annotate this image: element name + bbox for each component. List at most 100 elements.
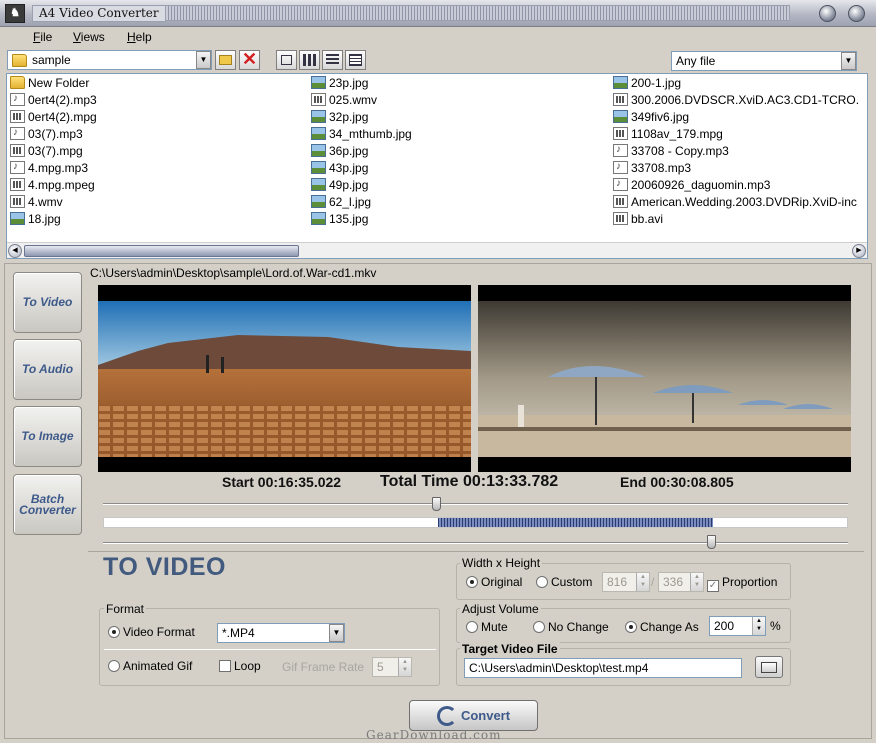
volume-unit: % bbox=[770, 619, 781, 633]
volume-legend: Adjust Volume bbox=[460, 602, 541, 616]
file-list-item[interactable]: 0ert4(2).mpg bbox=[10, 109, 97, 126]
file-name: 300.2006.DVDSCR.XviD.AC3.CD1-TCRO. bbox=[631, 93, 860, 107]
file-list-item[interactable]: 1108av_179.mpg bbox=[613, 126, 723, 143]
no-change-radio[interactable]: No Change bbox=[533, 620, 609, 634]
video-format-select[interactable]: *.MP4 ▼ bbox=[217, 623, 345, 643]
file-list-item[interactable]: 025.wmv bbox=[311, 92, 377, 109]
menu-views[interactable]: Views bbox=[73, 30, 105, 44]
end-slider-thumb[interactable] bbox=[707, 535, 717, 549]
menu-help[interactable]: Help bbox=[127, 30, 152, 44]
window-title: A4 Video Converter bbox=[32, 5, 166, 22]
file-list-item[interactable]: 03(7).mp3 bbox=[10, 124, 83, 143]
open-folder-icon bbox=[761, 662, 777, 673]
file-list-item[interactable]: 36p.jpg bbox=[311, 143, 368, 160]
mute-radio[interactable]: Mute bbox=[466, 620, 508, 634]
to-image-button[interactable]: To Image bbox=[13, 406, 82, 467]
loop-checkbox[interactable]: Loop bbox=[219, 659, 261, 673]
file-list-item[interactable]: 4.mpg.mpeg bbox=[10, 177, 95, 194]
video-format-radio[interactable]: Video Format bbox=[108, 625, 195, 639]
details-icon bbox=[349, 54, 362, 66]
end-slider-track[interactable] bbox=[103, 542, 848, 544]
file-list-item[interactable]: 349fiv6.jpg bbox=[613, 109, 689, 126]
animated-gif-radio[interactable]: Animated Gif bbox=[108, 659, 192, 673]
radio-icon bbox=[536, 576, 548, 588]
proportion-checkbox[interactable]: ✓ Proportion bbox=[707, 575, 777, 592]
file-name: 33708 - Copy.mp3 bbox=[631, 144, 729, 158]
to-audio-button[interactable]: To Audio bbox=[13, 339, 82, 400]
file-list-item[interactable]: 300.2006.DVDSCR.XviD.AC3.CD1-TCRO. bbox=[613, 92, 859, 109]
close-button[interactable] bbox=[848, 5, 865, 22]
file-name: 33708.mp3 bbox=[631, 161, 692, 175]
file-list-item[interactable]: 18.jpg bbox=[10, 211, 61, 228]
spinner-icon[interactable]: ▲ ▼ bbox=[398, 658, 411, 676]
file-list-item[interactable]: 4.mpg.mp3 bbox=[10, 158, 88, 177]
view-small-icons-button[interactable] bbox=[299, 50, 320, 70]
file-list-item[interactable]: 23p.jpg bbox=[311, 75, 368, 92]
spinner-icon[interactable]: ▲ ▼ bbox=[636, 573, 649, 591]
scroll-left-icon[interactable]: ◀ bbox=[8, 244, 22, 258]
file-list-item[interactable]: 4.wmv bbox=[10, 194, 63, 211]
scroll-right-icon[interactable]: ▶ bbox=[852, 244, 866, 258]
start-slider-track[interactable] bbox=[103, 503, 848, 505]
batch-converter-button[interactable]: Batch Converter bbox=[13, 474, 82, 535]
file-list-item[interactable]: 43p.jpg bbox=[311, 160, 368, 177]
view-details-button[interactable] bbox=[345, 50, 366, 70]
app-icon: ♞ bbox=[5, 4, 25, 23]
chevron-down-icon[interactable]: ▼ bbox=[841, 52, 856, 70]
file-list-item[interactable]: 20060926_daguomin.mp3 bbox=[613, 175, 770, 194]
custom-size-radio[interactable]: Custom bbox=[536, 575, 592, 589]
original-size-radio[interactable]: Original bbox=[466, 575, 522, 589]
radio-selected-icon bbox=[625, 621, 637, 633]
volume-input[interactable]: 200 ▲ ▼ bbox=[709, 616, 766, 636]
to-video-button[interactable]: To Video bbox=[13, 272, 82, 333]
file-list[interactable]: New Folder 0ert4(2).mp3 0ert4(2).mpg 03(7).… bbox=[6, 73, 868, 259]
file-list-item[interactable]: 135.jpg bbox=[311, 211, 368, 228]
file-list-scrollbar[interactable]: ◀ ▶ bbox=[7, 242, 867, 258]
minimize-button[interactable] bbox=[819, 5, 836, 22]
chevron-down-icon[interactable]: ▼ bbox=[196, 51, 211, 69]
file-filter-combo[interactable]: Any file ▼ bbox=[671, 51, 857, 71]
target-file-input[interactable]: C:\Users\admin\Desktop\test.mp4 bbox=[464, 658, 742, 678]
file-list-item[interactable]: 03(7).mpg bbox=[10, 143, 83, 160]
gif-frame-rate-input[interactable]: 5 ▲ ▼ bbox=[372, 657, 412, 677]
format-legend: Format bbox=[104, 602, 147, 616]
menu-file[interactable]: File bbox=[33, 30, 52, 44]
change-as-radio[interactable]: Change As bbox=[625, 620, 699, 634]
view-list-button[interactable] bbox=[322, 50, 343, 70]
new-folder-button[interactable] bbox=[215, 50, 236, 70]
file-name: 200-1.jpg bbox=[631, 76, 682, 90]
video-file-icon bbox=[613, 212, 628, 225]
height-input[interactable]: 336 ▲ ▼ bbox=[658, 572, 704, 592]
file-list-item[interactable]: American.Wedding.2003.DVDRip.XviD-inc bbox=[613, 194, 857, 211]
spinner-icon[interactable]: ▲ ▼ bbox=[690, 573, 703, 591]
spinner-icon[interactable]: ▲ ▼ bbox=[752, 617, 765, 635]
file-name: 0ert4(2).mp3 bbox=[28, 93, 97, 107]
view-large-icons-button[interactable] bbox=[276, 50, 297, 70]
file-list-item[interactable]: 200-1.jpg bbox=[613, 75, 681, 92]
file-list-item[interactable]: 32p.jpg bbox=[311, 109, 368, 126]
file-list-item[interactable]: New Folder bbox=[10, 75, 89, 92]
file-list-item[interactable]: 33708.mp3 bbox=[613, 158, 692, 177]
end-frame-preview bbox=[478, 285, 851, 472]
file-list-item[interactable]: 0ert4(2).mp3 bbox=[10, 90, 97, 109]
video-file-icon bbox=[10, 178, 25, 191]
gif-frame-rate-label: Gif Frame Rate bbox=[282, 660, 365, 674]
browse-button[interactable] bbox=[755, 656, 783, 678]
start-slider-thumb[interactable] bbox=[431, 497, 441, 511]
delete-button[interactable]: ✕ bbox=[239, 49, 260, 70]
file-name: 43p.jpg bbox=[329, 161, 369, 175]
audio-file-icon bbox=[613, 141, 628, 158]
file-list-item[interactable]: 49p.jpg bbox=[311, 177, 368, 194]
file-list-item[interactable]: 34_mthumb.jpg bbox=[311, 126, 412, 143]
image-file-icon bbox=[311, 144, 326, 157]
scrollbar-thumb[interactable] bbox=[24, 245, 299, 257]
selected-range-bar bbox=[103, 517, 848, 528]
file-list-item[interactable]: 33708 - Copy.mp3 bbox=[613, 141, 729, 160]
width-input[interactable]: 816 ▲ ▼ bbox=[602, 572, 650, 592]
convert-button[interactable]: Convert bbox=[409, 700, 538, 731]
file-list-item[interactable]: 62_l.jpg bbox=[311, 194, 371, 211]
video-file-icon bbox=[10, 195, 25, 208]
chevron-down-icon[interactable]: ▼ bbox=[329, 624, 344, 642]
file-list-item[interactable]: bb.avi bbox=[613, 211, 663, 228]
folder-path-combo[interactable]: sample ▼ bbox=[7, 50, 212, 70]
